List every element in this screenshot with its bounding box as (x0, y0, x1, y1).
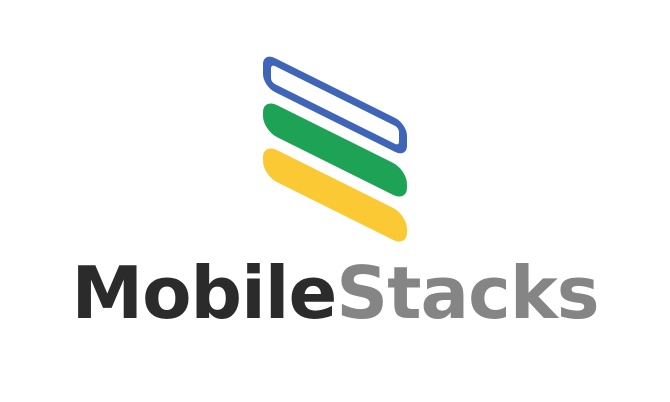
wordmark-secondary: Stacks (336, 251, 599, 335)
wordmark-primary: Mobile (71, 251, 337, 335)
brand-wordmark: MobileStacks (0, 238, 670, 348)
logo-canvas: MobileStacks (0, 0, 670, 402)
